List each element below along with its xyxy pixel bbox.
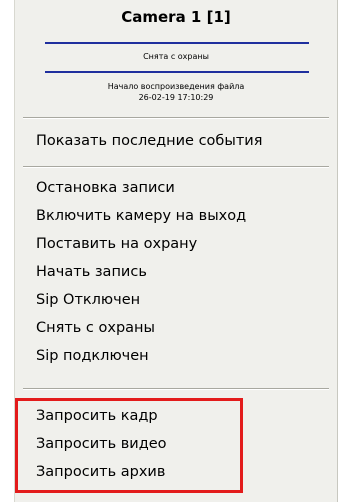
header-divider-bottom xyxy=(45,71,309,73)
camera-title: Camera 1 [1] xyxy=(121,8,231,26)
menu-separator xyxy=(23,388,329,390)
playback-info-line2: 26-02-19 17:10:29 xyxy=(138,93,214,102)
menu-separator xyxy=(23,117,329,119)
playback-info-line1: Начало воспроизведения файла xyxy=(107,82,245,91)
menu-header: Camera 1 [1] Снята с охраны Начало воспр… xyxy=(15,0,337,117)
menu-item-stop-recording[interactable]: Остановка записи xyxy=(36,180,175,196)
camera-status: Снята с охраны xyxy=(143,52,209,61)
menu-item-disarm[interactable]: Снять с охраны xyxy=(36,320,155,336)
menu-item-start-recording[interactable]: Начать запись xyxy=(36,264,147,280)
header-divider-top xyxy=(45,42,309,44)
menu-separator xyxy=(23,166,329,168)
menu-item-arm[interactable]: Поставить на охрану xyxy=(36,236,197,252)
menu-item-sip-connected[interactable]: Sip подключен xyxy=(36,348,149,364)
menu-item-enable-camera-output[interactable]: Включить камеру на выход xyxy=(36,208,246,224)
highlight-box xyxy=(15,398,243,493)
menu-item-sip-disabled[interactable]: Sip Отключен xyxy=(36,292,140,308)
playback-info: Начало воспроизведения файла 26-02-19 17… xyxy=(15,81,337,103)
menu-item-show-last-events[interactable]: Показать последние события xyxy=(36,133,262,149)
